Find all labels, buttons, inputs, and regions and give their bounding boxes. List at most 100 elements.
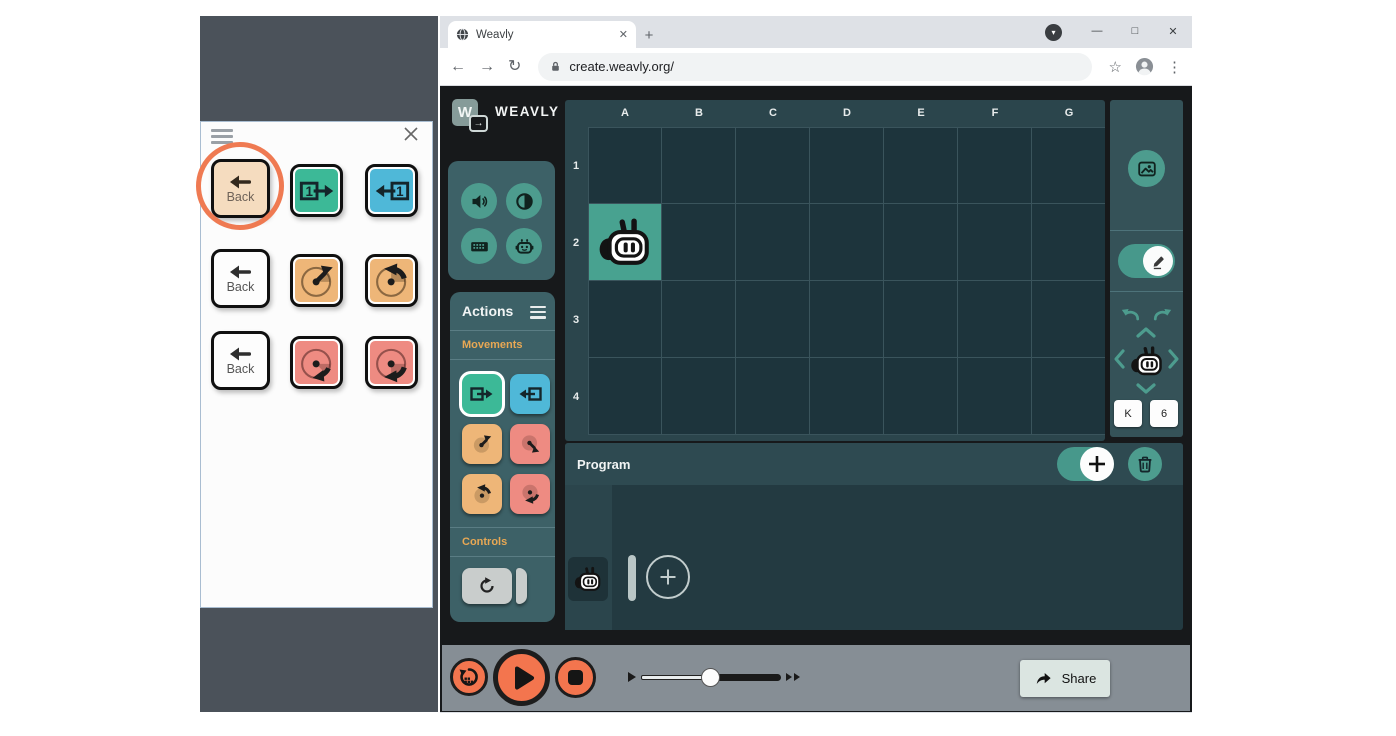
program-add-step-button[interactable]	[646, 555, 690, 599]
world-row-label: 4	[572, 391, 580, 403]
back-button[interactable]: Back	[211, 249, 270, 308]
program-character-button[interactable]	[568, 557, 608, 601]
world-panel: A B C D E F G 1 2 3 4	[565, 100, 1105, 441]
backward-one-button[interactable]: 1	[365, 164, 418, 217]
add-action-button[interactable]	[1057, 447, 1114, 481]
world-cell-C4	[736, 358, 810, 435]
turn-right-90-button[interactable]	[365, 336, 418, 389]
world-cell-D3	[810, 281, 884, 358]
robot-character	[599, 218, 649, 265]
nav-back-icon[interactable]: ←	[450, 58, 466, 75]
turn-left-45-icon	[300, 265, 333, 297]
world-cell-A2	[588, 204, 662, 281]
actions-menu-icon[interactable]	[530, 306, 546, 322]
world-cell-A4	[588, 358, 662, 435]
world-cell-B2	[662, 204, 736, 281]
movement-turn-right-90-button[interactable]	[510, 474, 550, 514]
chevron-up-icon	[1136, 327, 1156, 338]
speed-slider[interactable]	[628, 667, 800, 687]
world-cell-B4	[662, 358, 736, 435]
close-icon[interactable]	[403, 126, 421, 144]
weavly-logo: W → WEAVLY	[452, 99, 572, 139]
undo-button[interactable]	[1120, 306, 1140, 321]
pen-toggle[interactable]	[1118, 244, 1175, 278]
movement-turn-left-45-button[interactable]	[462, 424, 502, 464]
move-left-button[interactable]	[1113, 348, 1126, 370]
turn-left-90-icon	[474, 484, 492, 504]
play-button[interactable]	[493, 649, 550, 706]
minimize-button[interactable]: —	[1078, 18, 1116, 44]
movement-turn-right-45-button[interactable]	[510, 424, 550, 464]
bookmark-star-icon[interactable]: ☆	[1109, 58, 1122, 76]
actions-panel: Actions Movements Controls	[450, 292, 555, 622]
move-right-button[interactable]	[1167, 348, 1180, 370]
program-title: Program	[577, 456, 631, 472]
world-cell-D4	[810, 358, 884, 435]
back-arrow-icon	[229, 265, 251, 279]
stop-button[interactable]	[555, 657, 596, 698]
browser-toolbar: ← → ↻ create.weavly.org/ ☆ ⋮	[440, 48, 1192, 86]
position-column-button[interactable]: K	[1114, 400, 1142, 427]
back-button[interactable]: Back	[211, 331, 270, 390]
character-button[interactable]	[506, 228, 542, 264]
delete-program-button[interactable]	[1128, 447, 1162, 481]
undo-icon	[1121, 308, 1140, 321]
scene-sidebar: K 6	[1110, 100, 1183, 437]
world-column-label: G	[1064, 107, 1074, 119]
movement-backward-button[interactable]	[510, 374, 550, 414]
world-row-label: 3	[572, 314, 580, 326]
background-button[interactable]	[1128, 150, 1165, 187]
turn-left-90-button[interactable]	[365, 254, 418, 307]
avatar-icon[interactable]	[1135, 57, 1154, 76]
contrast-button[interactable]	[506, 183, 542, 219]
new-tab-button[interactable]: +	[636, 22, 662, 48]
turn-left-45-button[interactable]	[290, 254, 343, 307]
world-cell-C3	[736, 281, 810, 358]
keyboard-button[interactable]	[461, 228, 497, 264]
reload-icon[interactable]: ↻	[508, 58, 521, 75]
back-arrow-icon	[229, 347, 251, 361]
turn-right-45-button[interactable]	[290, 336, 343, 389]
kebab-menu-icon[interactable]: ⋮	[1167, 58, 1182, 76]
world-cell-E1	[884, 127, 958, 204]
character-position-indicator	[1129, 343, 1165, 379]
world-cell-B1	[662, 127, 736, 204]
browser-window: Weavly ✕ + ▾ — □ ✕ ← → ↻ create.weavly.o…	[440, 16, 1192, 713]
replay-button[interactable]	[450, 658, 488, 696]
world-cell-C1	[736, 127, 810, 204]
redo-icon	[1153, 308, 1172, 321]
url-bar[interactable]: create.weavly.org/	[538, 52, 1092, 81]
slider-thumb[interactable]	[701, 668, 720, 687]
browser-tab[interactable]: Weavly ✕	[448, 21, 636, 48]
tab-close-icon[interactable]: ✕	[619, 28, 628, 41]
globe-icon	[456, 28, 469, 41]
slider-track[interactable]	[641, 667, 781, 687]
turn-right-45-icon	[521, 435, 540, 453]
window-close-button[interactable]: ✕	[1154, 18, 1192, 44]
slow-icon	[628, 672, 636, 682]
loop-control-button[interactable]	[462, 568, 528, 604]
redo-button[interactable]	[1153, 306, 1173, 321]
turn-left-45-icon	[473, 435, 492, 453]
position-row-button[interactable]: 6	[1150, 400, 1178, 427]
profile-chip-icon[interactable]: ▾	[1045, 23, 1062, 41]
chevron-left-icon	[1114, 349, 1125, 369]
loop-icon	[480, 577, 494, 593]
forward-one-button[interactable]: 1	[290, 164, 343, 217]
nav-forward-icon[interactable]: →	[479, 58, 495, 75]
move-down-button[interactable]	[1135, 382, 1157, 395]
world-cell-F2	[958, 204, 1032, 281]
chevron-down-icon	[1136, 383, 1156, 394]
plus-icon	[1089, 456, 1105, 472]
audio-button[interactable]	[461, 183, 497, 219]
share-button[interactable]: Share	[1020, 660, 1110, 697]
world-column-label: B	[695, 107, 703, 119]
maximize-button[interactable]: □	[1116, 18, 1154, 44]
movement-forward-button[interactable]	[462, 374, 502, 414]
move-up-button[interactable]	[1135, 326, 1157, 339]
movement-turn-left-90-button[interactable]	[462, 474, 502, 514]
program-panel: Program	[565, 443, 1183, 630]
browser-tabstrip: Weavly ✕ + ▾ — □ ✕	[440, 16, 1192, 48]
tab-title: Weavly	[476, 28, 514, 41]
world-row-label: 1	[572, 160, 580, 172]
